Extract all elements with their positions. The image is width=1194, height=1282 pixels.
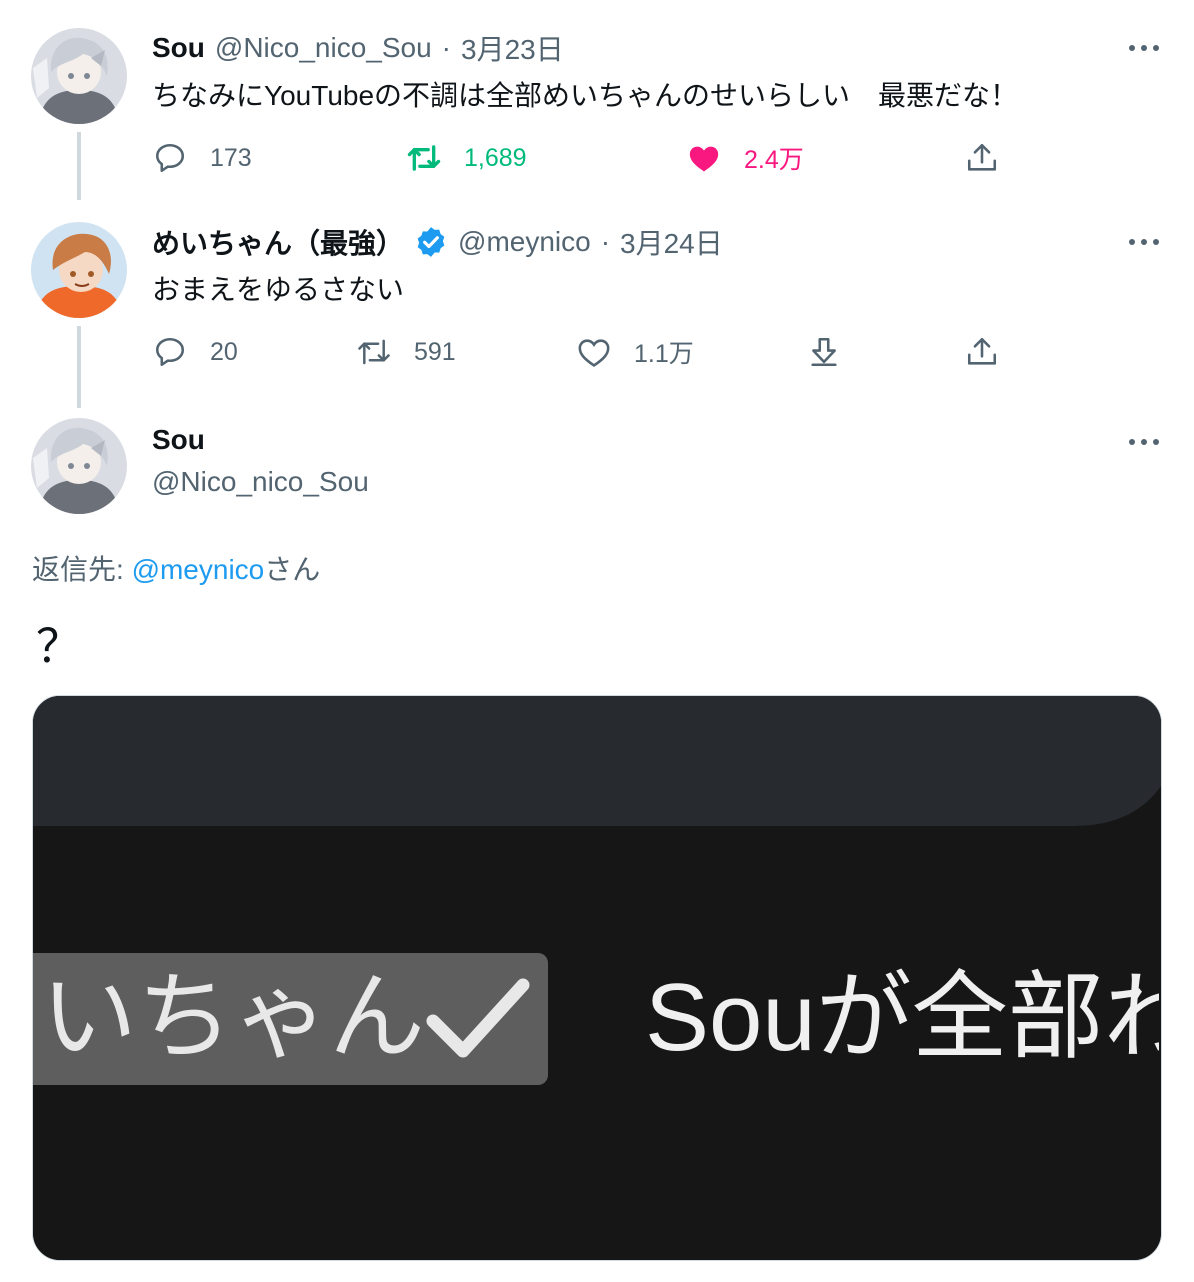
- like-count: 2.4万: [744, 146, 804, 174]
- reply-button[interactable]: 20: [152, 332, 238, 372]
- tweet-text: おまえをゆるさない: [152, 274, 405, 305]
- user-handle[interactable]: @Nico_nico_Sou: [152, 466, 369, 498]
- retweet-count: 591: [414, 337, 456, 366]
- retweet-button[interactable]: 1,689: [406, 138, 527, 178]
- download-icon: [806, 334, 842, 370]
- thread-line: [77, 326, 81, 408]
- user-handle[interactable]: @meynico: [458, 226, 591, 258]
- tweet-text: ちなみにYouTubeの不調は全部めいちゃんのせいらしい 最悪だな！: [152, 80, 1019, 111]
- more-icon[interactable]: [1126, 424, 1162, 460]
- check-icon: [425, 973, 531, 1070]
- reply-icon: [152, 334, 188, 370]
- reply-to-line: 返信先: @meynicoさん: [32, 548, 320, 588]
- tweet-image[interactable]: いちゃん Souが全部わ: [32, 695, 1162, 1261]
- reply-to-suffix: さん: [264, 554, 321, 585]
- like-button[interactable]: 1.1万: [576, 332, 694, 372]
- thread-line: [77, 132, 81, 200]
- retweet-icon: [356, 334, 392, 370]
- reply-icon: [152, 140, 188, 176]
- user-handle[interactable]: @Nico_nico_Sou: [215, 32, 432, 64]
- tweet-date[interactable]: 3月24日: [620, 222, 723, 262]
- download-button[interactable]: [806, 332, 842, 372]
- like-icon: [686, 140, 722, 176]
- media-badge-text: いちゃん: [41, 964, 425, 1071]
- tweet-date[interactable]: 3月23日: [461, 28, 564, 68]
- verified-icon: [414, 225, 448, 259]
- display-name[interactable]: Sou: [152, 424, 205, 456]
- like-icon: [576, 334, 612, 370]
- reply-to-prefix: 返信先:: [32, 554, 132, 585]
- media-caption-text: Souが全部わ: [645, 964, 1159, 1071]
- share-button[interactable]: [964, 138, 1000, 178]
- avatar-sou[interactable]: [31, 418, 127, 514]
- reply-count: 20: [210, 337, 238, 366]
- reply-count: 173: [210, 143, 252, 172]
- retweet-count: 1,689: [464, 143, 527, 172]
- like-count: 1.1万: [634, 340, 694, 368]
- more-icon[interactable]: [1126, 224, 1162, 260]
- like-button[interactable]: 2.4万: [686, 138, 804, 178]
- separator-dot: ·: [441, 32, 451, 63]
- avatar-sou[interactable]: [31, 28, 127, 124]
- share-icon: [964, 334, 1000, 370]
- retweet-icon: [406, 140, 442, 176]
- more-icon[interactable]: [1126, 30, 1162, 66]
- tweet-header: めいちゃん（最強） @meynico · 3月24日: [152, 222, 733, 262]
- share-icon: [964, 140, 1000, 176]
- display-name[interactable]: めいちゃん（最強）: [152, 222, 404, 262]
- tweet-header: Sou @Nico_nico_Sou · 3月23日: [152, 28, 574, 68]
- avatar-meynico[interactable]: [31, 222, 127, 318]
- separator-dot: ·: [600, 226, 611, 257]
- reply-to-link[interactable]: @meynico: [132, 554, 265, 585]
- display-name[interactable]: Sou: [152, 32, 205, 64]
- retweet-button[interactable]: 591: [356, 332, 456, 372]
- tweet-text: ？: [36, 620, 82, 672]
- share-button[interactable]: [964, 332, 1000, 372]
- reply-button[interactable]: 173: [152, 138, 252, 178]
